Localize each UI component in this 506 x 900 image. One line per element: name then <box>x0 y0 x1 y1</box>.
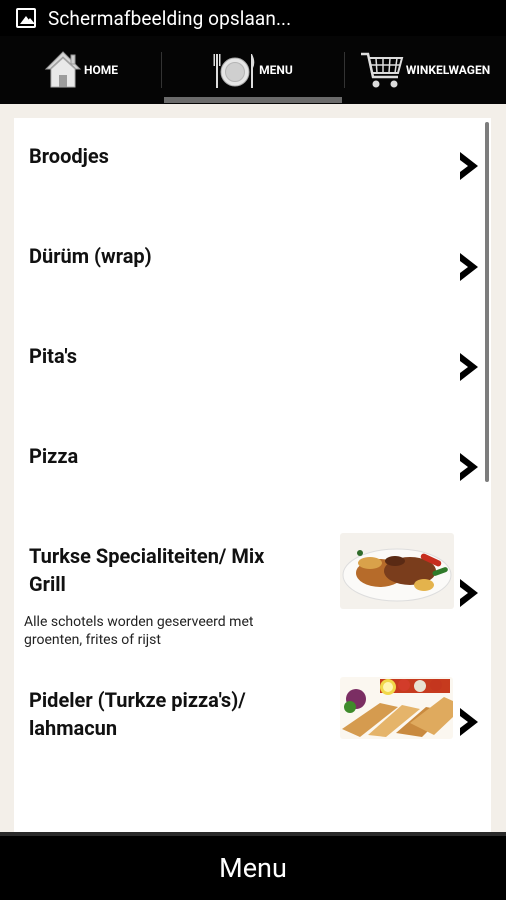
menu-item-turkse-specialiteiten[interactable]: Turkse Specialiteiten/ Mix Grill Alle sc… <box>14 518 484 648</box>
menu-item-label-line1: Pideler (Turkze pizza's)/ <box>29 688 246 712</box>
tab-menu[interactable]: MENU <box>162 36 344 104</box>
shopping-cart-icon <box>360 52 404 88</box>
mix-grill-image <box>340 533 454 609</box>
status-bar: Schermafbeelding opslaan... <box>0 0 506 36</box>
menu-item-label-line1: Turkse Specialiteiten/ Mix <box>29 544 265 568</box>
pide-image <box>340 677 453 739</box>
tab-divider <box>344 52 345 88</box>
menu-item-durum[interactable]: Dürüm (wrap) <box>14 218 484 318</box>
bottom-bar-title: Menu <box>219 852 287 884</box>
menu-item-label: Dürüm (wrap) <box>29 244 152 268</box>
menu-item-label-line2: lahmacun <box>29 716 118 740</box>
tab-home-label: HOME <box>83 63 118 77</box>
chevron-right-icon <box>460 253 478 281</box>
chevron-right-icon <box>460 708 478 736</box>
house-icon <box>44 51 82 88</box>
tab-menu-label: MENU <box>259 63 293 77</box>
menu-item-label: Pizza <box>29 444 79 468</box>
menu-item-label: Broodjes <box>29 144 109 168</box>
menu-item-pizza[interactable]: Pizza <box>14 418 484 518</box>
tab-winkelwagen-label: WINKELWAGEN <box>405 63 491 77</box>
chevron-right-icon <box>460 453 478 481</box>
chevron-right-icon <box>460 579 478 607</box>
tab-winkelwagen[interactable]: WINKELWAGEN <box>344 36 506 104</box>
tab-bar: HOME MENU WINKELWAGEN <box>0 36 506 104</box>
menu-item-pideler[interactable]: Pideler (Turkze pizza's)/ lahmacun <box>14 648 484 768</box>
menu-content[interactable]: Broodjes Dürüm (wrap) Pita's Pizza Turks… <box>0 104 506 832</box>
menu-item-description-line1: Alle schotels worden geserveerd met <box>24 614 254 630</box>
menu-item-description-line2: groenten, frites of rijst <box>24 632 161 648</box>
chevron-right-icon <box>460 353 478 381</box>
bottom-title-bar: Menu <box>0 832 506 900</box>
image-icon <box>16 8 36 28</box>
menu-item-label: Pita's <box>29 344 77 368</box>
scrollbar[interactable] <box>485 122 489 482</box>
status-notification-text: Schermafbeelding opslaan... <box>48 6 292 30</box>
tab-divider <box>161 52 162 88</box>
tab-home[interactable]: HOME <box>0 36 162 104</box>
menu-item-pitas[interactable]: Pita's <box>14 318 484 418</box>
chevron-right-icon <box>460 152 478 180</box>
menu-item-label-line2: Grill <box>29 572 66 596</box>
plate-cutlery-icon <box>213 54 255 88</box>
menu-item-broodjes[interactable]: Broodjes <box>14 118 484 218</box>
